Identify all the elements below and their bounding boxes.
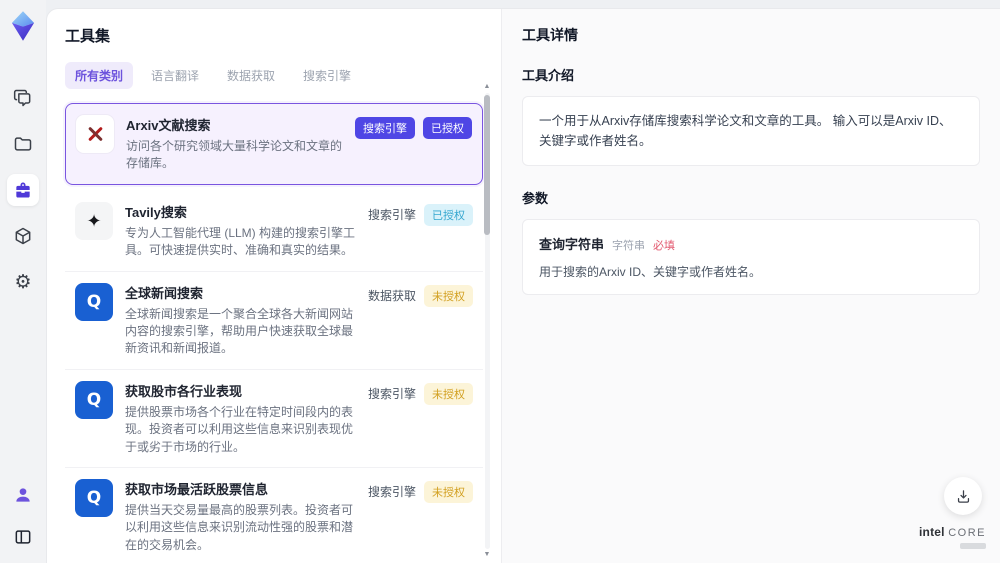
tool-list-panel: 工具集 所有类别 语言翻译 数据获取 搜索引擎 Arxiv文献搜索 访问各个研究… bbox=[47, 9, 501, 563]
user-icon[interactable] bbox=[7, 479, 39, 511]
tool-detail-panel: 工具详情 工具介绍 一个用于从Arxiv存储库搜索科学论文和文章的工具。 输入可… bbox=[501, 9, 1000, 563]
tab-search-engine[interactable]: 搜索引擎 bbox=[293, 62, 361, 89]
scrollbar-thumb[interactable] bbox=[484, 95, 490, 235]
panel-icon[interactable] bbox=[7, 521, 39, 553]
detail-title: 工具详情 bbox=[522, 27, 578, 43]
tool-item-arxiv[interactable]: Arxiv文献搜索 访问各个研究领域大量科学论文和文章的存储库。 搜索引擎 已授… bbox=[65, 103, 483, 185]
stock-app-icon: Q bbox=[75, 380, 113, 419]
tool-description: 提供当天交易量最高的股票列表。投资者可以利用这些信息来识别流动性强的股票和潜在的… bbox=[125, 502, 354, 552]
brand-ultra-bar bbox=[960, 543, 986, 549]
intro-text: 一个用于从Arxiv存储库搜索科学论文和文章的工具。 输入可以是Arxiv ID… bbox=[539, 114, 952, 148]
intro-card: 一个用于从Arxiv存储库搜索科学论文和文章的工具。 输入可以是Arxiv ID… bbox=[522, 96, 980, 166]
main-panel: 工具集 所有类别 语言翻译 数据获取 搜索引擎 Arxiv文献搜索 访问各个研究… bbox=[46, 8, 1000, 563]
param-card: 查询字符串 字符串 必填 用于搜索的Arxiv ID、关键字或作者姓名。 bbox=[522, 219, 980, 295]
tool-item-stock-sectors[interactable]: Q 获取股市各行业表现 提供股票市场各个行业在特定时间段内的表现。投资者可以利用… bbox=[65, 369, 483, 468]
brand-intel: intel bbox=[919, 525, 945, 539]
params-heading: 参数 bbox=[522, 191, 549, 206]
tool-item-global-news[interactable]: Q 全球新闻搜索 全球新闻搜索是一个聚合全球各大新闻网站内容的搜索引擎，帮助用户… bbox=[65, 271, 483, 370]
auth-status-badge: 未授权 bbox=[424, 284, 473, 307]
auth-status-badge: 已授权 bbox=[424, 203, 473, 226]
tool-list: Arxiv文献搜索 访问各个研究领域大量科学论文和文章的存储库。 搜索引擎 已授… bbox=[65, 103, 483, 563]
scroll-down-icon[interactable]: ▼ bbox=[483, 551, 491, 559]
app-window: ⚙ 工具集 所有类别 语言翻译 数据获取 搜索引擎 Arxiv文献搜索 访问各个… bbox=[0, 0, 1000, 563]
category-tabs: 所有类别 语言翻译 数据获取 搜索引擎 bbox=[65, 62, 501, 89]
chat-icon[interactable] bbox=[7, 82, 39, 114]
tool-item-active-stocks[interactable]: Q 获取市场最活跃股票信息 提供当天交易量最高的股票列表。投资者可以利用这些信息… bbox=[65, 467, 483, 563]
brand-core: CORE bbox=[948, 527, 986, 539]
tool-name: 获取市场最活跃股票信息 bbox=[125, 481, 269, 497]
page-title: 工具集 bbox=[65, 28, 111, 45]
news-app-icon: Q bbox=[75, 282, 113, 321]
auth-status-badge: 未授权 bbox=[424, 382, 473, 405]
download-icon bbox=[957, 489, 969, 503]
tool-name: 全球新闻搜索 bbox=[125, 285, 204, 301]
download-button[interactable] bbox=[944, 477, 982, 515]
app-logo-icon bbox=[11, 11, 35, 41]
category-badge: 搜索引擎 bbox=[355, 117, 415, 139]
tool-name: Tavily搜索 bbox=[125, 204, 187, 220]
tool-description: 全球新闻搜索是一个聚合全球各大新闻网站内容的搜索引擎，帮助用户快速获取全球最新资… bbox=[125, 306, 354, 356]
param-description: 用于搜索的Arxiv ID、关键字或作者姓名。 bbox=[539, 265, 762, 279]
category-label: 数据获取 bbox=[367, 289, 416, 304]
folder-icon[interactable] bbox=[7, 128, 39, 160]
tool-description: 提供股票市场各个行业在特定时间段内的表现。投资者可以利用这些信息来识别表现优于或… bbox=[125, 404, 354, 454]
category-label: 搜索引擎 bbox=[367, 387, 416, 402]
intel-core-logo: intel CORE bbox=[919, 526, 986, 549]
tavily-star-icon: ✦ bbox=[75, 201, 113, 240]
tab-language-translation[interactable]: 语言翻译 bbox=[141, 62, 209, 89]
tool-name: 获取股市各行业表现 bbox=[125, 383, 243, 399]
tab-data-acquisition[interactable]: 数据获取 bbox=[217, 62, 285, 89]
cube-icon[interactable] bbox=[7, 220, 39, 252]
auth-status-badge: 未授权 bbox=[424, 480, 473, 503]
scroll-up-icon[interactable]: ▲ bbox=[483, 83, 491, 91]
param-type: 字符串 bbox=[612, 240, 646, 252]
tool-description: 访问各个研究领域大量科学论文和文章的存储库。 bbox=[126, 139, 343, 171]
tool-description: 专为人工智能代理 (LLM) 构建的搜索引擎工具。可快速提供实时、准确和真实的结… bbox=[125, 225, 356, 258]
toolbox-icon[interactable] bbox=[7, 174, 39, 206]
tool-item-tavily[interactable]: ✦ Tavily搜索 专为人工智能代理 (LLM) 构建的搜索引擎工具。可快速提… bbox=[65, 190, 483, 272]
list-scrollbar[interactable]: ▲ ▼ bbox=[483, 83, 491, 559]
tool-name: Arxiv文献搜索 bbox=[126, 118, 211, 133]
param-name: 查询字符串 bbox=[539, 237, 605, 252]
arxiv-x-icon bbox=[76, 115, 114, 153]
left-rail: ⚙ bbox=[0, 0, 46, 563]
settings-icon[interactable]: ⚙ bbox=[7, 266, 39, 298]
param-required-badge: 必填 bbox=[653, 240, 676, 252]
category-label: 搜索引擎 bbox=[367, 208, 416, 223]
tab-all-categories[interactable]: 所有类别 bbox=[65, 62, 134, 89]
stock-app-icon: Q bbox=[75, 478, 113, 517]
intro-heading: 工具介绍 bbox=[522, 68, 575, 83]
auth-status-badge: 已授权 bbox=[423, 117, 472, 139]
category-label: 搜索引擎 bbox=[367, 485, 416, 500]
